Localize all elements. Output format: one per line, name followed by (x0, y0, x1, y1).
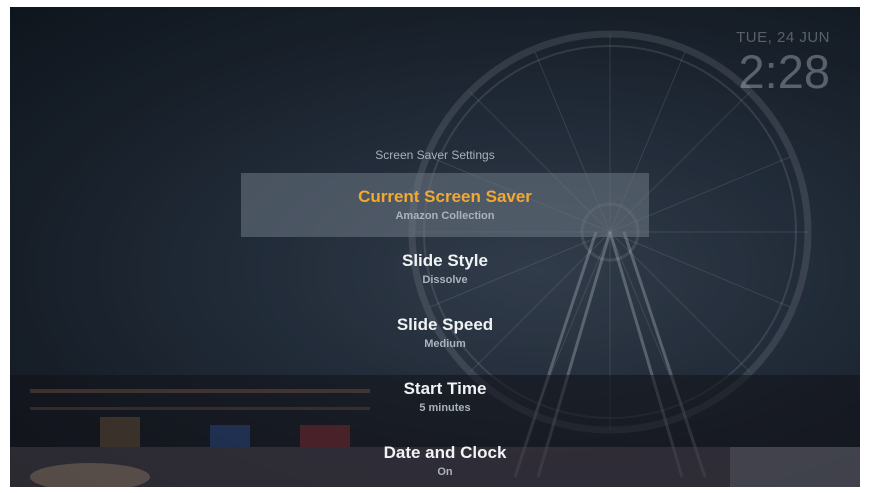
menu-item-value: 5 minutes (419, 402, 471, 414)
clock-time: 2:28 (738, 45, 830, 98)
menu-item-current-screen-saver[interactable]: Current Screen Saver Amazon Collection (241, 173, 649, 237)
menu-item-label: Slide Style (402, 251, 488, 270)
menu-item-label: Current Screen Saver (358, 187, 532, 206)
clock-date: TUE, 24 JUN (736, 29, 830, 46)
menu-item-slide-speed[interactable]: Slide Speed Medium (241, 301, 649, 365)
settings-menu: Current Screen Saver Amazon Collection S… (241, 173, 649, 487)
menu-item-value: Amazon Collection (395, 210, 495, 222)
menu-item-slide-style[interactable]: Slide Style Dissolve (241, 237, 649, 301)
menu-item-value: On (437, 466, 453, 478)
menu-item-label: Slide Speed (396, 315, 494, 334)
menu-title: Screen Saver Settings (375, 148, 495, 162)
menu-item-value: Medium (424, 338, 466, 350)
date-clock: TUE, 24 JUN 2:28 (736, 29, 830, 98)
menu-item-label: Date and Clock (383, 443, 507, 462)
menu-item-value: Dissolve (422, 274, 468, 286)
menu-item-date-and-clock[interactable]: Date and Clock On (241, 429, 649, 487)
screensaver-settings-screen: TUE, 24 JUN 2:28 Screen Saver Settings C… (10, 7, 860, 487)
menu-item-label: Start Time (403, 379, 487, 398)
menu-item-start-time[interactable]: Start Time 5 minutes (241, 365, 649, 429)
